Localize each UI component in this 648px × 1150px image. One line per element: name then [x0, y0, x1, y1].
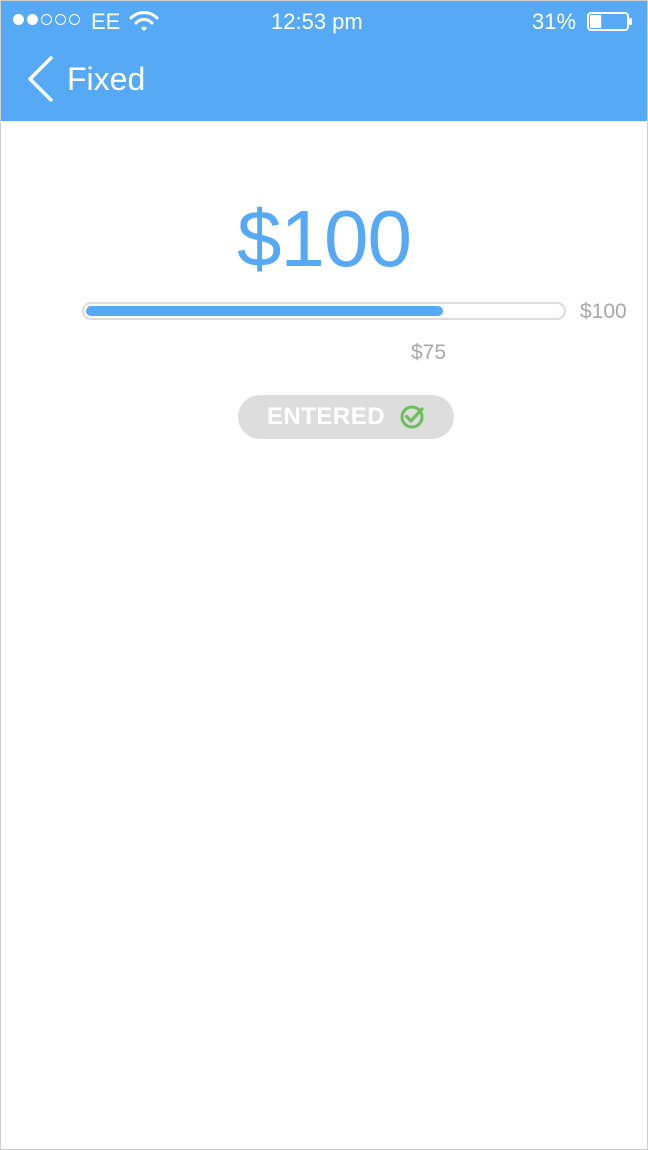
signal-dot	[69, 14, 80, 25]
status-badge: ENTERED	[238, 395, 454, 439]
goal-amount-label: $100	[580, 300, 627, 323]
status-bar: EE 12:53 pm 31%	[1, 1, 647, 41]
status-badge-label: ENTERED	[266, 403, 386, 430]
progress-fill	[86, 306, 443, 316]
top-bar: EE 12:53 pm 31% Fixed	[1, 1, 647, 121]
nav-bar: Fixed	[1, 41, 647, 121]
progress-bar	[82, 302, 566, 320]
signal-dot	[13, 14, 24, 25]
signal-dot	[27, 14, 38, 25]
signal-strength-icon	[13, 14, 80, 25]
check-circle-icon	[400, 405, 424, 429]
amount-value: $100	[237, 194, 412, 283]
current-amount-label: $75	[411, 341, 447, 364]
battery-icon	[587, 12, 632, 31]
signal-dot	[55, 14, 66, 25]
clock: 12:53 pm	[271, 9, 363, 34]
chevron-left-icon	[28, 56, 53, 102]
wifi-icon	[129, 11, 159, 31]
signal-dot	[41, 14, 52, 25]
screen: EE 12:53 pm 31% Fixed $100 $100 $75 ENTE…	[0, 0, 648, 1150]
page-title: Fixed	[67, 60, 146, 97]
back-button[interactable]: Fixed	[25, 53, 165, 105]
carrier-name: EE	[91, 9, 121, 34]
battery-percent: 31%	[532, 9, 577, 34]
